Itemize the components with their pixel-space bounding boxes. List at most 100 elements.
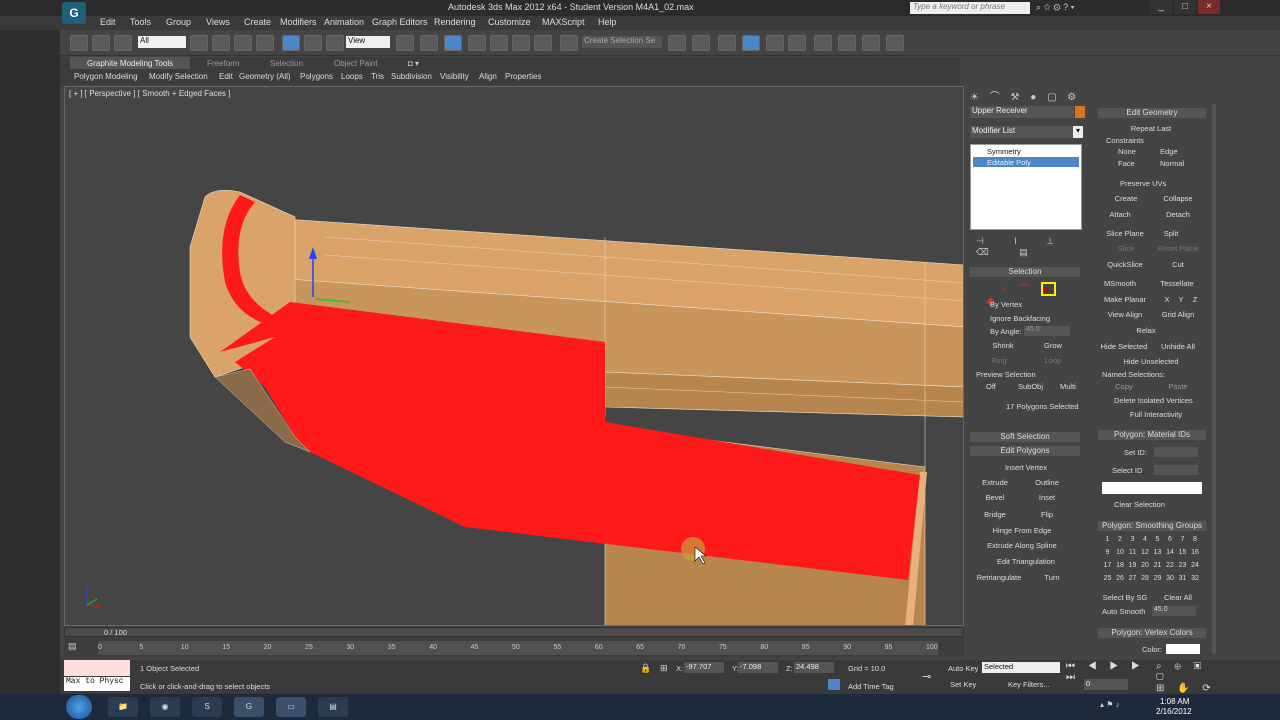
z-coord-field[interactable]: 24.498 <box>794 662 834 673</box>
paste-button[interactable]: Paste <box>1158 381 1198 392</box>
smoothing-group-button[interactable]: 32 <box>1190 575 1201 585</box>
full-interactivity-checkbox[interactable]: Full Interactivity <box>1130 410 1182 419</box>
skype-task-icon[interactable]: S <box>192 697 222 717</box>
slice-button[interactable]: Slice <box>1104 243 1148 254</box>
rect-selection-icon[interactable] <box>234 35 252 51</box>
subtab-geometry-all[interactable]: Geometry (All) <box>239 72 291 81</box>
panel-scrollbar[interactable] <box>1212 104 1216 654</box>
edit-geometry-header[interactable]: Edit Geometry <box>1098 108 1206 118</box>
time-tag-icon[interactable] <box>828 679 840 690</box>
selection-rollout-header[interactable]: Selection <box>970 267 1080 277</box>
unlink-icon[interactable] <box>92 35 110 51</box>
smoothing-group-button[interactable]: 11 <box>1127 549 1138 559</box>
menu-graph-editors[interactable]: Graph Editors <box>372 17 428 27</box>
maximize-button[interactable]: □ <box>1174 0 1196 14</box>
keyboard-shortcut-icon[interactable] <box>444 35 462 51</box>
retriangulate-button[interactable]: Retriangulate <box>972 572 1026 583</box>
smoothing-group-button[interactable]: 27 <box>1127 575 1138 585</box>
smoothing-group-button[interactable]: 8 <box>1190 536 1201 546</box>
menu-group[interactable]: Group <box>166 17 191 27</box>
spinner-snap-icon[interactable] <box>534 35 552 51</box>
subtab-polygons[interactable]: Polygons <box>300 72 333 81</box>
vertex-color-swatch[interactable] <box>1166 644 1200 654</box>
constraint-normal-radio[interactable]: Normal <box>1160 159 1184 168</box>
tab-selection[interactable]: Selection <box>270 59 303 68</box>
smoothing-group-button[interactable]: 14 <box>1165 549 1176 559</box>
subobj-icons[interactable]: · ⁄ ⌒ ■ ◆ <box>986 282 1076 307</box>
subtab-polygon-modeling[interactable]: Polygon Modeling <box>74 72 138 81</box>
modifier-list-dropdown[interactable]: Modifier List <box>970 126 1074 138</box>
planar-z-button[interactable]: Z <box>1190 294 1200 305</box>
smoothing-group-button[interactable]: 23 <box>1177 562 1188 572</box>
loop-button[interactable]: Loop <box>1036 355 1070 366</box>
subtab-tris[interactable]: Tris <box>371 72 384 81</box>
auto-key-dropdown[interactable]: Selected <box>982 662 1060 673</box>
select-by-name-icon[interactable] <box>212 35 230 51</box>
select-id-spinner[interactable] <box>1154 465 1198 475</box>
select-object-icon[interactable] <box>190 35 208 51</box>
document-task-icon[interactable]: ▭ <box>276 697 306 717</box>
clock-time[interactable]: 1:08 AM <box>1160 697 1189 706</box>
preserve-uvs-checkbox[interactable]: Preserve UVs <box>1120 179 1166 188</box>
bridge-button[interactable]: Bridge <box>976 509 1014 520</box>
stack-tools-icons[interactable]: ⊣ ǀ ⟂ ⌫ ▤ <box>976 236 1086 257</box>
menu-rendering[interactable]: Rendering <box>434 17 476 27</box>
playback-controls[interactable]: ⏮ ◀ ▶ ▶ ⏭ <box>1066 661 1156 683</box>
smoothing-group-button[interactable]: 7 <box>1177 536 1188 546</box>
smoothing-group-button[interactable]: 9 <box>1102 549 1113 559</box>
x-coord-field[interactable]: -97.707 <box>684 662 724 673</box>
split-checkbox[interactable]: Split <box>1156 228 1186 239</box>
schematic-view-icon[interactable] <box>788 35 806 51</box>
repeat-last-button[interactable]: Repeat Last <box>1114 123 1188 134</box>
render-production-icon[interactable] <box>886 35 904 51</box>
tessellate-button[interactable]: Tessellate <box>1152 278 1202 289</box>
tab-object-paint[interactable]: Object Paint <box>334 59 378 68</box>
subtab-align[interactable]: Align <box>479 72 497 81</box>
smoothing-group-button[interactable]: 18 <box>1115 562 1126 572</box>
copy-button[interactable]: Copy <box>1104 381 1144 392</box>
smoothing-group-button[interactable]: 25 <box>1102 575 1113 585</box>
selection-filter-dropdown[interactable]: All <box>138 36 186 48</box>
preview-subobj-radio[interactable]: SubObj <box>1018 382 1043 391</box>
explorer-task-icon[interactable]: 📁 <box>108 697 138 717</box>
snap-toggle-icon[interactable] <box>468 35 486 51</box>
clock-date[interactable]: 2/16/2012 <box>1156 707 1192 716</box>
msmooth-button[interactable]: MSmooth <box>1098 278 1142 289</box>
soft-selection-rollout-header[interactable]: Soft Selection <box>970 432 1080 442</box>
subtab-visibility[interactable]: Visibility <box>440 72 469 81</box>
close-button[interactable]: × <box>1198 0 1220 14</box>
firefox-task-icon[interactable]: ◉ <box>150 697 180 717</box>
unhide-all-button[interactable]: Unhide All <box>1154 341 1202 352</box>
window-task-icon[interactable]: ▤ <box>318 697 348 717</box>
smoothing-group-button[interactable]: 26 <box>1115 575 1126 585</box>
by-angle-checkbox[interactable]: By Angle: <box>990 327 1022 336</box>
key-icon[interactable]: ⊸ <box>922 670 931 683</box>
extrude-along-spline-button[interactable]: Extrude Along Spline <box>982 540 1062 551</box>
constraint-none-radio[interactable]: None <box>1118 147 1136 156</box>
link-icon[interactable] <box>70 35 88 51</box>
start-button[interactable] <box>66 695 92 719</box>
subtab-subdivision[interactable]: Subdivision <box>391 72 432 81</box>
material-ids-header[interactable]: Polygon: Material IDs <box>1098 430 1206 440</box>
bind-spacewarp-icon[interactable] <box>114 35 132 51</box>
grid-align-button[interactable]: Grid Align <box>1154 309 1202 320</box>
menu-edit[interactable]: Edit <box>100 17 116 27</box>
collapse-button[interactable]: Collapse <box>1154 193 1202 204</box>
hide-selected-button[interactable]: Hide Selected <box>1098 341 1150 352</box>
app-logo-icon[interactable]: G <box>62 2 86 24</box>
material-editor-icon[interactable] <box>814 35 832 51</box>
stack-item-symmetry[interactable]: Symmetry <box>987 147 1021 156</box>
constraint-face-radio[interactable]: Face <box>1118 159 1135 168</box>
viewport-nav-controls[interactable]: ⌕ ⊕ ▣ ▢⊞ ✋ ⟳ ⤢ <box>1156 661 1226 705</box>
graphite-toggle-icon[interactable] <box>742 35 760 51</box>
ribbon-options-icon[interactable]: ◘ ▾ <box>408 59 420 68</box>
outline-button[interactable]: Outline <box>1028 477 1066 488</box>
rendered-frame-icon[interactable] <box>862 35 880 51</box>
smoothing-group-button[interactable]: 24 <box>1190 562 1201 572</box>
view-align-button[interactable]: View Align <box>1100 309 1150 320</box>
smoothing-group-button[interactable]: 13 <box>1152 549 1163 559</box>
menu-views[interactable]: Views <box>206 17 230 27</box>
smoothing-group-button[interactable]: 5 <box>1152 536 1163 546</box>
smoothing-group-button[interactable]: 20 <box>1140 562 1151 572</box>
perspective-viewport[interactable]: [ + ] [ Perspective ] [ Smooth + Edged F… <box>64 86 964 626</box>
